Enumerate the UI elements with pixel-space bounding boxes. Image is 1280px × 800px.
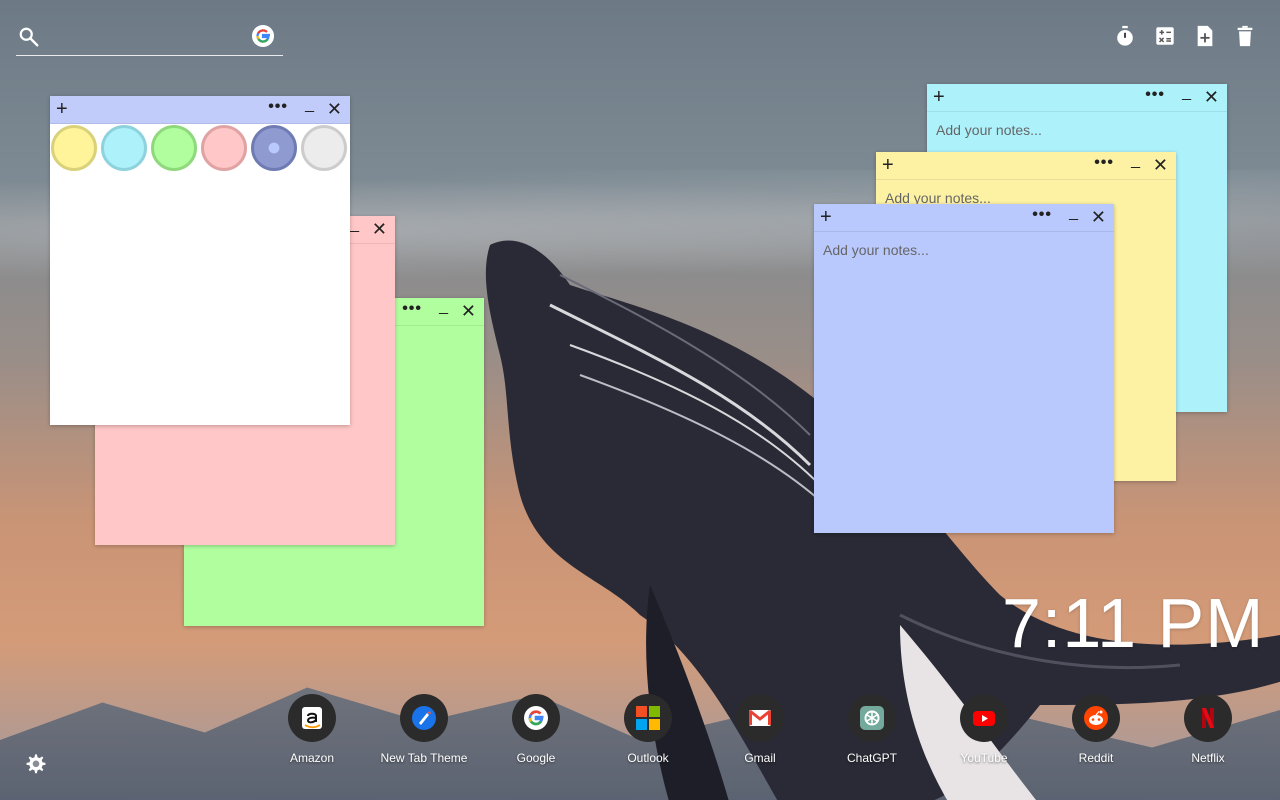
netflix-icon[interactable] bbox=[1184, 694, 1232, 742]
minimize-icon[interactable]: _ bbox=[439, 298, 448, 316]
shortcut-amazon[interactable]: Amazon bbox=[256, 694, 368, 765]
color-swatch-cyan[interactable] bbox=[101, 125, 147, 171]
gear-icon[interactable] bbox=[25, 753, 47, 775]
shortcut-label: Gmail bbox=[744, 751, 776, 765]
new-tab-theme-logo bbox=[412, 706, 436, 730]
shortcut-netflix[interactable]: Netflix bbox=[1152, 694, 1264, 765]
amazon-logo bbox=[302, 707, 322, 729]
google-logo bbox=[524, 706, 548, 730]
close-icon[interactable]: ✕ bbox=[1204, 87, 1219, 107]
gmail-icon[interactable] bbox=[736, 694, 784, 742]
more-options-icon[interactable]: ••• bbox=[1094, 154, 1114, 172]
close-icon[interactable]: ✕ bbox=[327, 99, 342, 119]
shortcut-gmail[interactable]: Gmail bbox=[704, 694, 816, 765]
shortcut-new-tab-theme[interactable]: New Tab Theme bbox=[368, 694, 480, 765]
shortcut-label: New Tab Theme bbox=[380, 751, 468, 765]
add-note-icon[interactable]: + bbox=[820, 206, 832, 228]
shortcuts-dock: Amazon New Tab Theme Google Outlook Gmai… bbox=[256, 694, 1264, 765]
minimize-icon[interactable]: _ bbox=[305, 96, 314, 114]
shortcut-label: Google bbox=[516, 751, 556, 765]
color-swatch-blue-selected[interactable] bbox=[251, 125, 297, 171]
chatgpt-icon[interactable] bbox=[848, 694, 896, 742]
shortcut-outlook[interactable]: Outlook bbox=[592, 694, 704, 765]
color-swatch-yellow[interactable] bbox=[51, 125, 97, 171]
search-input[interactable] bbox=[48, 26, 248, 50]
close-icon[interactable]: ✕ bbox=[1091, 207, 1106, 227]
top-toolbar bbox=[1114, 24, 1256, 48]
close-icon[interactable]: ✕ bbox=[1153, 155, 1168, 175]
more-options-icon[interactable]: ••• bbox=[402, 300, 422, 318]
sticky-note-blue[interactable]: + ••• _ ✕ Add your notes... bbox=[814, 204, 1114, 533]
shortcut-reddit[interactable]: Reddit bbox=[1040, 694, 1152, 765]
note-header[interactable]: + ••• _ ✕ bbox=[876, 152, 1176, 180]
google-search-icon[interactable] bbox=[252, 25, 274, 47]
reddit-logo bbox=[1084, 706, 1108, 730]
add-note-icon[interactable]: + bbox=[56, 98, 68, 120]
color-swatch-pink[interactable] bbox=[201, 125, 247, 171]
clock-display: 7:11 PM bbox=[1002, 584, 1265, 662]
amazon-icon[interactable] bbox=[288, 694, 336, 742]
chatgpt-logo bbox=[860, 706, 884, 730]
close-icon[interactable]: ✕ bbox=[372, 219, 387, 239]
outlook-icon[interactable] bbox=[624, 694, 672, 742]
add-note-icon[interactable]: + bbox=[933, 86, 945, 108]
note-header[interactable]: + ••• _ ✕ bbox=[814, 204, 1114, 232]
search-icon[interactable] bbox=[18, 26, 40, 48]
shortcut-youtube[interactable]: YouTube bbox=[928, 694, 1040, 765]
more-options-icon[interactable]: ••• bbox=[268, 98, 288, 116]
color-swatch-green[interactable] bbox=[151, 125, 197, 171]
note-header[interactable]: + ••• _ ✕ bbox=[50, 96, 350, 124]
color-swatch-gray[interactable] bbox=[301, 125, 347, 171]
netflix-logo bbox=[1202, 708, 1214, 728]
minimize-icon[interactable]: _ bbox=[350, 216, 359, 234]
minimize-icon[interactable]: _ bbox=[1182, 84, 1191, 102]
shortcut-label: ChatGPT bbox=[846, 751, 897, 765]
search-bar bbox=[16, 22, 283, 56]
calculator-icon[interactable] bbox=[1154, 24, 1176, 48]
shortcut-label: Netflix bbox=[1191, 751, 1225, 765]
sticky-note-white[interactable]: + ••• _ ✕ bbox=[50, 96, 350, 425]
color-palette bbox=[50, 125, 348, 171]
shortcut-google[interactable]: Google bbox=[480, 694, 592, 765]
shortcut-label: Reddit bbox=[1078, 751, 1114, 765]
close-icon[interactable]: ✕ bbox=[461, 301, 476, 321]
google-icon[interactable] bbox=[512, 694, 560, 742]
timer-icon[interactable] bbox=[1114, 24, 1136, 48]
minimize-icon[interactable]: _ bbox=[1131, 152, 1140, 170]
shortcut-label: Outlook bbox=[627, 751, 669, 765]
add-note-icon[interactable]: + bbox=[882, 154, 894, 176]
youtube-icon[interactable] bbox=[960, 694, 1008, 742]
note-text-area[interactable]: Add your notes... bbox=[936, 122, 1042, 138]
youtube-logo bbox=[973, 711, 995, 726]
new-tab-theme-icon[interactable] bbox=[400, 694, 448, 742]
shortcut-label: Amazon bbox=[289, 751, 335, 765]
note-text-area[interactable]: Add your notes... bbox=[823, 242, 929, 258]
more-options-icon[interactable]: ••• bbox=[1145, 86, 1165, 104]
note-header[interactable]: + ••• _ ✕ bbox=[927, 84, 1227, 112]
microsoft-logo bbox=[636, 706, 660, 730]
add-note-icon[interactable] bbox=[1194, 24, 1216, 48]
shortcut-label: YouTube bbox=[960, 751, 1008, 765]
gmail-logo bbox=[749, 709, 771, 726]
shortcut-chatgpt[interactable]: ChatGPT bbox=[816, 694, 928, 765]
reddit-icon[interactable] bbox=[1072, 694, 1120, 742]
more-options-icon[interactable]: ••• bbox=[1032, 206, 1052, 224]
trash-icon[interactable] bbox=[1234, 24, 1256, 48]
minimize-icon[interactable]: _ bbox=[1069, 204, 1078, 222]
